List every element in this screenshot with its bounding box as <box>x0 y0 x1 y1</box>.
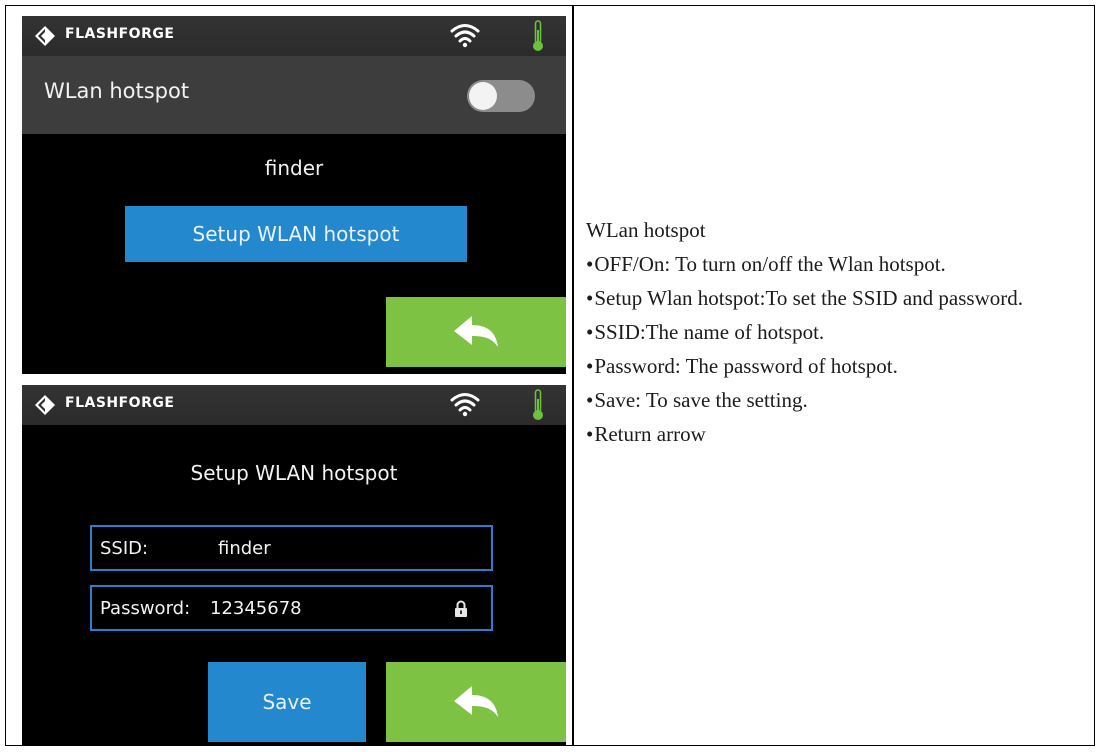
ssid-value: finder <box>218 538 271 559</box>
printer-screen-setup-wlan-hotspot: FLASHFORGE Setup WLAN hotspot SSID: find… <box>22 385 566 745</box>
wlan-hotspot-toggle[interactable] <box>467 80 535 112</box>
hotspot-name: finder <box>264 156 324 180</box>
bullet: • <box>586 252 594 276</box>
toggle-knob <box>469 82 497 110</box>
bullet: • <box>586 354 594 378</box>
bullet: • <box>586 422 594 446</box>
description-item-text: SSID:The name of hotspot. <box>594 320 825 344</box>
ssid-field[interactable]: SSID: finder <box>90 525 493 571</box>
bullet: • <box>586 320 594 344</box>
flashforge-logo-icon <box>35 26 55 46</box>
password-field[interactable]: Password: 12345678 <box>90 585 493 631</box>
wifi-icon <box>450 24 480 48</box>
description-item: •Password: The password of hotspot. <box>586 349 1086 383</box>
thermometer-icon <box>533 389 543 420</box>
description-item: •SSID:The name of hotspot. <box>586 315 1086 349</box>
description-item: •Save: To save the setting. <box>586 383 1086 417</box>
description-item-text: Return arrow <box>594 422 706 446</box>
back-button[interactable] <box>386 297 566 367</box>
printer-screen-wlan-hotspot: FLASHFORGE WLan hotspot finder Setup WLA… <box>22 16 566 374</box>
description-item-text: OFF/On: To turn on/off the Wlan hotspot. <box>594 252 946 276</box>
wlan-hotspot-label: WLan hotspot <box>44 79 190 103</box>
description-item: •Return arrow <box>586 417 1086 451</box>
bullet: • <box>586 286 594 310</box>
setup-title: Setup WLAN hotspot <box>190 461 398 485</box>
back-button[interactable] <box>386 662 566 742</box>
table-column-divider <box>572 6 574 745</box>
wlan-hotspot-row: WLan hotspot <box>22 56 566 134</box>
bullet: • <box>586 388 594 412</box>
description-column: WLan hotspot •OFF/On: To turn on/off the… <box>586 210 1086 451</box>
ssid-label: SSID: <box>100 538 149 559</box>
brand-name: FLASHFORGE <box>65 26 175 42</box>
save-button[interactable]: Save <box>208 662 366 742</box>
description-item-text: Setup Wlan hotspot:To set the SSID and p… <box>594 286 1023 310</box>
flashforge-logo-icon <box>35 395 55 415</box>
lock-icon[interactable] <box>454 600 468 617</box>
back-arrow-icon <box>454 686 498 717</box>
back-arrow-icon <box>454 316 498 347</box>
description-item: •Setup Wlan hotspot:To set the SSID and … <box>586 281 1086 315</box>
wifi-icon <box>450 393 480 417</box>
brand-name: FLASHFORGE <box>65 395 175 411</box>
status-bar: FLASHFORGE <box>22 385 566 425</box>
thermometer-icon <box>533 20 543 51</box>
setup-wlan-hotspot-button[interactable]: Setup WLAN hotspot <box>125 206 467 262</box>
status-bar: FLASHFORGE <box>22 16 566 56</box>
description-item-text: Save: To save the setting. <box>594 388 808 412</box>
password-value: 12345678 <box>210 598 302 619</box>
password-label: Password: <box>100 598 191 619</box>
description-item-text: Password: The password of hotspot. <box>594 354 898 378</box>
description-item: •OFF/On: To turn on/off the Wlan hotspot… <box>586 247 1086 281</box>
description-heading: WLan hotspot <box>586 218 706 242</box>
